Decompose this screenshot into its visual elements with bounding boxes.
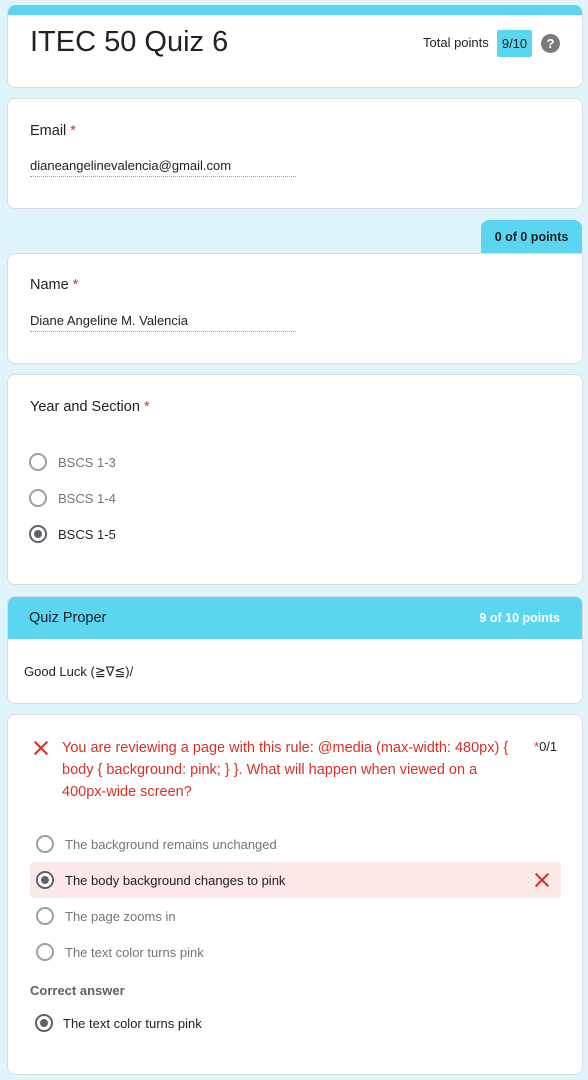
question-score: *0/1 <box>534 739 557 754</box>
page-title: ITEC 50 Quiz 6 <box>30 26 229 58</box>
name-label: Name * <box>30 277 78 293</box>
form-header-card: ITEC 50 Quiz 6 Total points 9/10 ? <box>7 5 583 88</box>
radio-bscs-1-4[interactable] <box>29 489 47 507</box>
year-section-label-text: Year and Section <box>30 399 140 415</box>
radio-option-1[interactable] <box>36 835 54 853</box>
help-icon[interactable]: ? <box>541 34 560 53</box>
section-header-card: Quiz Proper 9 of 10 points Good Luck (≧∇… <box>7 596 583 704</box>
wrong-answer-icon <box>534 872 550 888</box>
required-asterisk: * <box>70 123 76 139</box>
correct-answer-label: Correct answer <box>30 983 125 998</box>
question-score-value: 0/1 <box>539 739 558 754</box>
required-asterisk: * <box>143 399 150 415</box>
name-label-text: Name <box>30 277 69 293</box>
header-accent-bar <box>8 5 582 15</box>
option-label-bscs-1-5: BSCS 1-5 <box>58 527 116 542</box>
name-question-card: Name * Diane Angeline M. Valencia <box>7 253 583 364</box>
option-label-bscs-1-3: BSCS 1-3 <box>58 455 116 470</box>
total-points-label: Total points <box>423 35 489 50</box>
option-label-bscs-1-4: BSCS 1-4 <box>58 491 116 506</box>
required-asterisk: * <box>72 277 79 293</box>
question-text: You are reviewing a page with this rule:… <box>62 740 509 800</box>
radio-bscs-1-3[interactable] <box>29 453 47 471</box>
section-description: Good Luck (≧∇≦)/ <box>24 664 134 679</box>
email-question-card: Email * dianeangelinevalencia@gmail.com <box>7 98 583 209</box>
email-answer: dianeangelinevalencia@gmail.com <box>30 158 296 177</box>
correct-answer-radio <box>35 1014 53 1032</box>
year-section-label: Year and Section * <box>30 399 150 415</box>
total-points-badge: 9/10 <box>497 30 532 57</box>
name-answer: Diane Angeline M. Valencia <box>30 313 296 332</box>
option-label-4: The text color turns pink <box>65 945 204 960</box>
email-label-text: Email <box>30 123 67 139</box>
year-section-question-card: Year and Section * BSCS 1-3 BSCS 1-4 BSC… <box>7 374 583 585</box>
section-points: 9 of 10 points <box>479 611 560 625</box>
radio-bscs-1-5[interactable] <box>29 525 47 543</box>
section-title: Quiz Proper <box>29 610 107 626</box>
incorrect-icon <box>33 740 49 756</box>
radio-option-4[interactable] <box>36 943 54 961</box>
email-label: Email * <box>30 123 76 139</box>
option-label-1: The background remains unchanged <box>65 837 277 852</box>
option-label-3: The page zooms in <box>65 909 176 924</box>
option-label-2: The body background changes to pink <box>65 873 286 888</box>
correct-answer-text: The text color turns pink <box>63 1016 202 1031</box>
quiz-question-card: You are reviewing a page with this rule:… <box>7 714 583 1075</box>
points-tab: 0 of 0 points <box>481 220 582 254</box>
radio-option-2[interactable] <box>36 871 54 889</box>
radio-option-3[interactable] <box>36 907 54 925</box>
